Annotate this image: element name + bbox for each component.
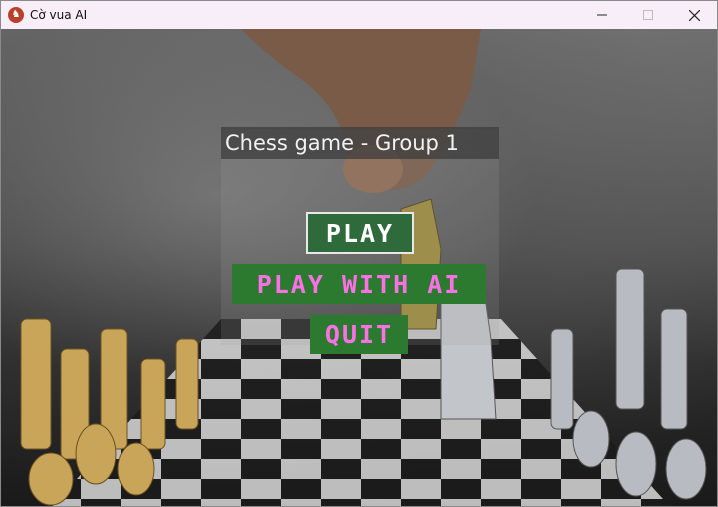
play-with-ai-button[interactable]: PLAY WITH AI [232, 264, 486, 304]
play-button[interactable]: PLAY [306, 212, 414, 254]
close-icon [688, 9, 700, 21]
chess-app-icon: ♞ [8, 7, 24, 23]
app-window: ♞ Cờ vua AI Chess game - Group 1 PLAY PL… [0, 0, 718, 507]
gold-pieces-image [20, 318, 199, 506]
minimize-icon [597, 14, 607, 16]
game-canvas[interactable]: Chess game - Group 1 PLAY PLAY WITH AI Q… [1, 29, 717, 506]
window-title: Cờ vua AI [30, 8, 88, 22]
silver-pieces-image [550, 268, 707, 500]
window-controls [579, 1, 717, 29]
maximize-button[interactable] [625, 1, 671, 29]
title-bar[interactable]: ♞ Cờ vua AI [1, 1, 717, 29]
close-button[interactable] [671, 1, 717, 29]
maximize-icon [643, 10, 653, 20]
minimize-button[interactable] [579, 1, 625, 29]
game-title: Chess game - Group 1 [225, 131, 459, 155]
quit-button[interactable]: QUIT [310, 315, 408, 354]
